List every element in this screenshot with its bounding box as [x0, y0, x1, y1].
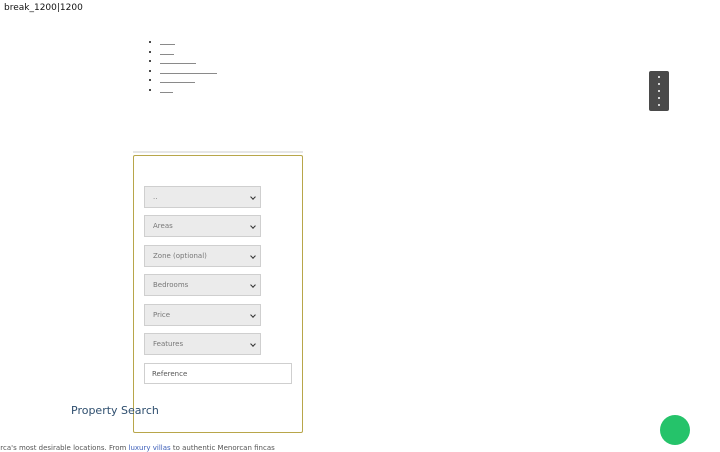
nav-item[interactable]: — — [160, 86, 217, 96]
chevron-down-icon — [250, 282, 256, 288]
nav-link[interactable]: —— — [160, 63, 196, 65]
nav-item[interactable]: ———— — [160, 67, 217, 77]
nav-item[interactable]: —· — [160, 38, 217, 48]
breakpoint-debug-label: break_1200|1200 — [4, 3, 83, 13]
select-areas[interactable]: Areas — [144, 215, 261, 237]
intro-text-after: to authentic Menorcan fincas — [170, 444, 275, 452]
main-nav: —· — —— ———— —— — — [150, 38, 217, 96]
chevron-down-icon — [250, 253, 256, 259]
nav-item[interactable]: — — [160, 48, 217, 58]
intro-paragraph: orca's most desirable locations. From lu… — [0, 444, 275, 452]
nav-item[interactable]: —— — [160, 57, 217, 67]
select-value: Bedrooms — [153, 281, 189, 289]
nav-link[interactable]: — — [160, 91, 173, 93]
nav-link[interactable]: ———— — [160, 72, 217, 74]
select-value: Zone (optional) — [153, 252, 207, 260]
chevron-down-icon — [250, 223, 256, 229]
select-price[interactable]: Price — [144, 304, 261, 326]
luxury-villas-link[interactable]: luxury villas — [129, 444, 171, 452]
select-zone[interactable]: Zone (optional) — [144, 245, 261, 267]
vertical-dots-icon — [658, 75, 660, 78]
select-value: Areas — [153, 222, 173, 230]
chevron-down-icon — [250, 194, 256, 200]
select-value: Price — [153, 311, 171, 319]
chevron-down-icon — [250, 341, 256, 347]
nav-item[interactable]: —— — [160, 76, 217, 86]
select-features[interactable]: Features — [144, 333, 261, 355]
nav-link[interactable]: —— — [160, 82, 195, 84]
nav-link[interactable]: —· — [160, 44, 175, 45]
intro-text-before: orca's most desirable locations. From — [0, 444, 129, 452]
select-value: Features — [153, 340, 184, 348]
chat-button[interactable] — [660, 415, 690, 445]
select-value: .. — [153, 193, 158, 201]
section-title: Property Search — [71, 404, 159, 417]
select-property-type[interactable]: .. — [144, 186, 261, 208]
reference-input[interactable] — [144, 363, 292, 384]
chevron-down-icon — [250, 312, 256, 318]
menu-toggle-button[interactable] — [649, 71, 669, 111]
panel-top-divider — [133, 151, 303, 153]
nav-link[interactable]: — — [160, 53, 174, 55]
select-bedrooms[interactable]: Bedrooms — [144, 274, 261, 296]
